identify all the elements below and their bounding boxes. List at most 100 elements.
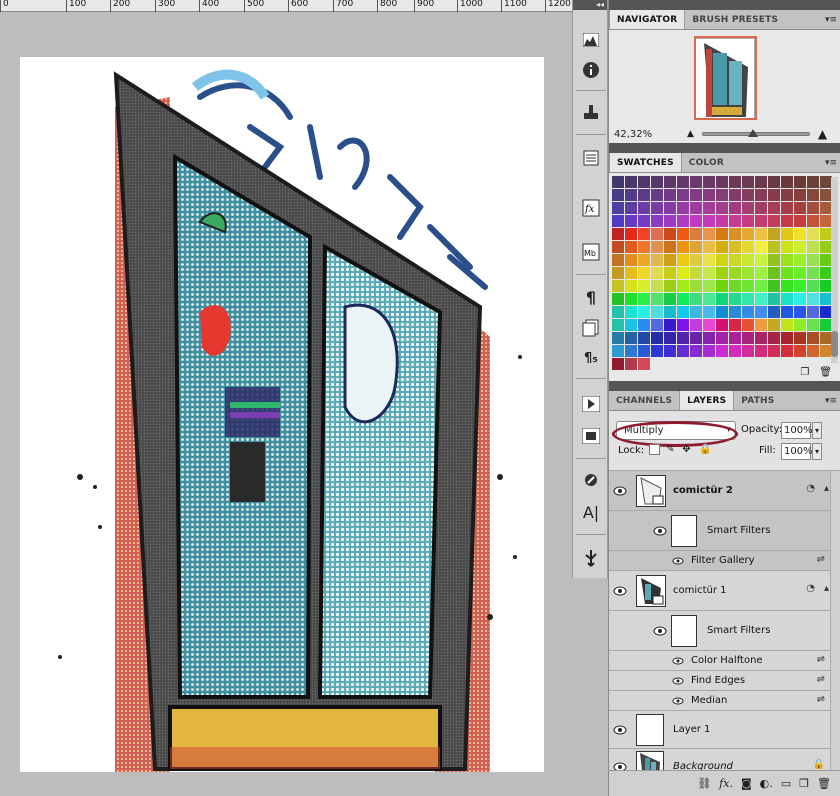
color-swatch[interactable] [690, 215, 702, 227]
color-swatch[interactable] [664, 202, 676, 214]
color-swatch[interactable] [612, 215, 624, 227]
color-swatch[interactable] [612, 241, 624, 253]
smart-filters-row[interactable]: Smart Filters [609, 611, 831, 651]
color-swatch[interactable] [729, 358, 741, 370]
eye-icon[interactable] [653, 524, 667, 538]
zoom-out-icon[interactable]: ▲ [687, 129, 694, 139]
color-swatch[interactable] [638, 215, 650, 227]
color-swatch[interactable] [768, 267, 780, 279]
tool-presets-icon[interactable] [579, 424, 603, 448]
color-swatch[interactable] [729, 306, 741, 318]
color-swatch[interactable] [794, 332, 806, 344]
color-swatch[interactable] [742, 176, 754, 188]
color-swatch[interactable] [729, 215, 741, 227]
brush-icon[interactable] [579, 468, 603, 492]
color-swatch[interactable] [664, 176, 676, 188]
color-swatch[interactable] [703, 319, 715, 331]
color-swatch[interactable] [625, 241, 637, 253]
color-swatch[interactable] [781, 345, 793, 357]
color-swatch[interactable] [625, 254, 637, 266]
color-swatch[interactable] [755, 319, 767, 331]
panel-menu-icon[interactable]: ▾≡ [825, 396, 837, 406]
color-swatch[interactable] [703, 293, 715, 305]
fill-dropdown-icon[interactable]: ▾ [812, 443, 822, 460]
link-layers-icon[interactable]: ⛓ [697, 777, 711, 790]
color-swatch[interactable] [690, 319, 702, 331]
color-swatch[interactable] [638, 345, 650, 357]
color-swatch[interactable] [768, 293, 780, 305]
color-swatch[interactable] [677, 306, 689, 318]
eye-icon[interactable] [613, 584, 627, 598]
color-swatch[interactable] [625, 306, 637, 318]
color-swatch[interactable] [729, 319, 741, 331]
color-swatch[interactable] [716, 319, 728, 331]
color-swatch[interactable] [755, 189, 767, 201]
filter-options-icon[interactable]: ⇌ [817, 674, 825, 685]
new-layer-icon[interactable]: ❐ [799, 777, 809, 790]
color-swatch[interactable] [729, 176, 741, 188]
color-swatch[interactable] [781, 319, 793, 331]
zoom-slider-knob[interactable] [748, 129, 759, 137]
layers-scrollbar[interactable] [830, 471, 840, 778]
color-swatch[interactable] [716, 176, 728, 188]
color-swatch[interactable] [742, 306, 754, 318]
document-canvas[interactable] [20, 57, 544, 772]
lock-transparent-icon[interactable] [649, 444, 660, 455]
color-swatch[interactable] [664, 215, 676, 227]
color-swatch[interactable] [677, 215, 689, 227]
filter-row-color-halftone[interactable]: Color Halftone ⇌ [609, 651, 831, 671]
color-swatch[interactable] [781, 215, 793, 227]
tab-brush-presets[interactable]: BRUSH PRESETS [685, 10, 785, 29]
color-swatch[interactable] [651, 202, 663, 214]
color-swatch[interactable] [690, 254, 702, 266]
color-swatch[interactable] [755, 267, 767, 279]
tab-swatches[interactable]: SWATCHES [609, 153, 682, 172]
color-swatch[interactable] [638, 332, 650, 344]
color-swatch[interactable] [807, 241, 819, 253]
navigator-view-box[interactable] [694, 36, 757, 120]
color-swatch[interactable] [664, 254, 676, 266]
color-swatch[interactable] [781, 332, 793, 344]
color-swatch[interactable] [768, 332, 780, 344]
color-swatch[interactable] [794, 202, 806, 214]
zoom-field[interactable]: 42,32% [609, 129, 669, 140]
color-swatch[interactable] [664, 293, 676, 305]
color-swatch[interactable] [742, 189, 754, 201]
mini-bridge-icon[interactable]: Mb [579, 240, 603, 264]
color-swatch[interactable] [612, 358, 624, 370]
new-group-icon[interactable]: ▭ [781, 777, 791, 790]
color-swatch[interactable] [677, 189, 689, 201]
color-swatch[interactable] [703, 254, 715, 266]
color-swatch[interactable] [664, 228, 676, 240]
color-swatch[interactable] [612, 345, 624, 357]
color-swatch[interactable] [651, 306, 663, 318]
color-swatch[interactable] [794, 254, 806, 266]
filter-row-find-edges[interactable]: Find Edges ⇌ [609, 671, 831, 691]
color-swatch[interactable] [716, 280, 728, 292]
color-swatch[interactable] [781, 280, 793, 292]
color-swatch[interactable] [638, 319, 650, 331]
color-swatch[interactable] [794, 215, 806, 227]
color-swatch[interactable] [651, 280, 663, 292]
tab-color[interactable]: COLOR [682, 153, 731, 172]
color-swatch[interactable] [729, 241, 741, 253]
color-swatch[interactable] [703, 189, 715, 201]
color-swatch[interactable] [664, 267, 676, 279]
color-swatch[interactable] [651, 293, 663, 305]
color-swatch[interactable] [742, 280, 754, 292]
color-swatch[interactable] [768, 241, 780, 253]
lock-all-icon[interactable]: 🔒 [699, 444, 711, 455]
color-swatch[interactable] [807, 176, 819, 188]
color-swatch[interactable] [612, 254, 624, 266]
color-swatch[interactable] [625, 280, 637, 292]
color-swatch[interactable] [651, 241, 663, 253]
color-swatch[interactable] [794, 306, 806, 318]
layer-style-icon[interactable]: fx. [719, 777, 733, 790]
color-swatch[interactable] [755, 332, 767, 344]
color-swatch[interactable] [755, 202, 767, 214]
color-swatch[interactable] [742, 345, 754, 357]
color-swatch[interactable] [781, 267, 793, 279]
color-swatch[interactable] [729, 293, 741, 305]
color-swatch[interactable] [794, 176, 806, 188]
color-swatch[interactable] [677, 332, 689, 344]
